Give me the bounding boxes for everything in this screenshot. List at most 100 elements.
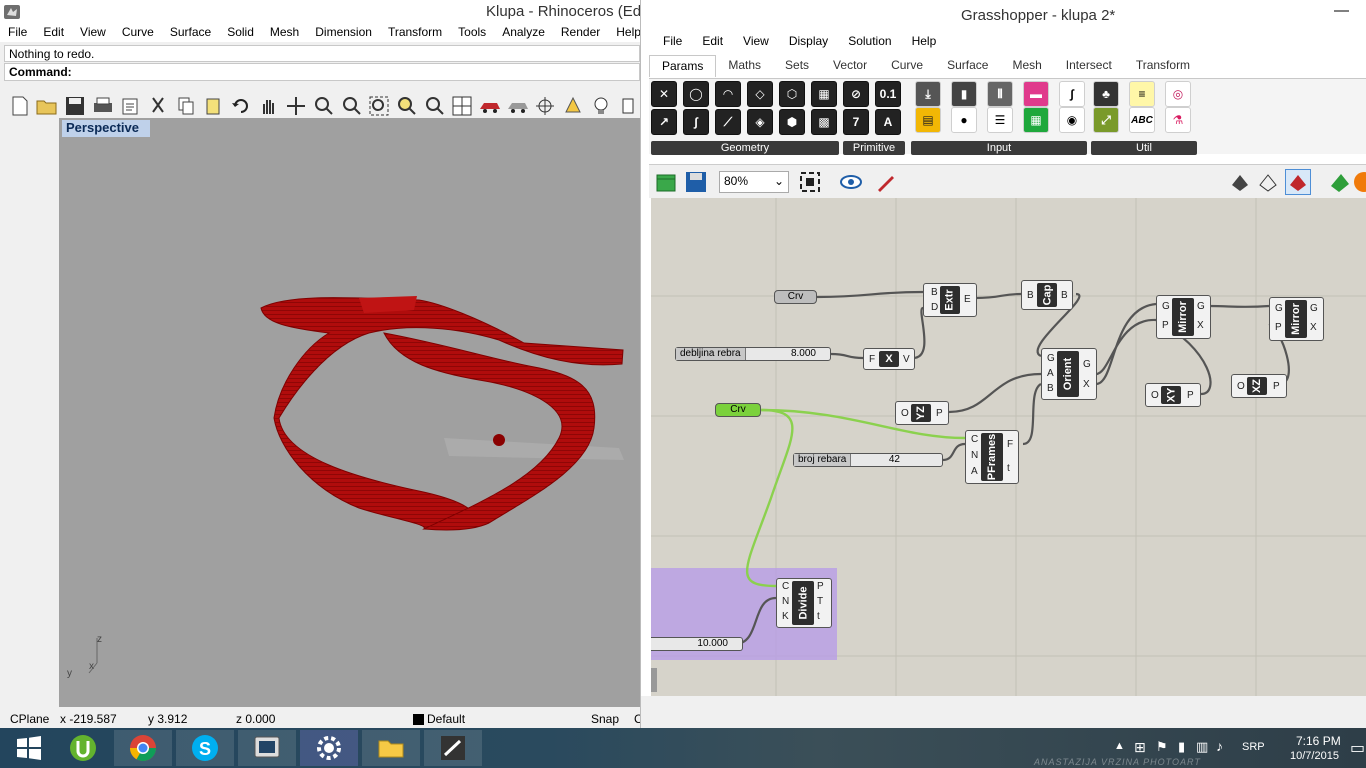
line-param-icon[interactable]: ⟋ (715, 109, 741, 135)
rhino-menu-tools[interactable]: Tools (450, 24, 494, 42)
pframes-output-f[interactable]: F (1007, 439, 1013, 450)
cap-input-b[interactable]: B (1027, 290, 1034, 301)
panel-note-icon[interactable]: ≡ (1129, 81, 1155, 107)
open-folder-icon[interactable] (36, 94, 60, 118)
cap-output-b[interactable]: B (1061, 290, 1068, 301)
field-param-icon[interactable]: ▩ (811, 109, 837, 135)
save-icon[interactable] (63, 94, 87, 118)
mirror1-input-p[interactable]: P (1162, 320, 1169, 331)
battery-icon[interactable]: ▮ (1178, 739, 1185, 755)
geometry-group-label[interactable]: Geometry (651, 141, 839, 155)
zoom-select[interactable]: 80% ⌄ (719, 171, 789, 193)
gh-menu-solution[interactable]: Solution (848, 34, 911, 52)
show-hidden-icons-icon[interactable]: ▲ (1114, 740, 1125, 752)
zoom-extents-icon[interactable] (799, 171, 821, 193)
mirror1-output-x[interactable]: X (1197, 320, 1204, 331)
zoom-window-icon[interactable] (340, 94, 364, 118)
curve-param-icon[interactable]: ∫ (683, 109, 709, 135)
pframes-input-c[interactable]: C (971, 434, 978, 445)
surface-param-icon[interactable]: ⬢ (779, 109, 805, 135)
xz-plane-component[interactable]: O XZ P (1231, 374, 1287, 398)
divide-output-t-params[interactable]: t (817, 611, 820, 622)
color-swatch-icon[interactable]: ▬ (1023, 81, 1049, 107)
curve-param-2[interactable]: Crv (715, 403, 761, 417)
data-dam-icon[interactable]: ♣ (1093, 81, 1119, 107)
gh-menu-display[interactable]: Display (789, 34, 848, 52)
preview-shaded-icon[interactable] (1229, 171, 1251, 193)
tab-vector[interactable]: Vector (821, 55, 879, 77)
zoom-icon[interactable] (312, 94, 336, 118)
value-list-icon[interactable]: ☰ (987, 107, 1013, 133)
rhino-menu-analyze[interactable]: Analyze (494, 24, 553, 42)
yz-output-p[interactable]: P (936, 408, 943, 419)
gh-menu-file[interactable]: File (663, 34, 702, 52)
param-viewer-icon[interactable]: ⤢ (1093, 107, 1119, 133)
divide-curve-component[interactable]: C N K Divide P T t (776, 578, 832, 628)
rhino-menu-surface[interactable]: Surface (162, 24, 219, 42)
flask-icon[interactable]: ⚗ (1165, 107, 1191, 133)
rhino-menu-render[interactable]: Render (553, 24, 608, 42)
xz-output-p[interactable]: P (1273, 381, 1280, 392)
unit-x-component[interactable]: F X V (863, 348, 915, 370)
orient-input-g[interactable]: G (1047, 353, 1055, 364)
mirror2-input-p[interactable]: P (1275, 322, 1282, 333)
tab-transform[interactable]: Transform (1124, 55, 1202, 77)
button-icon[interactable]: ● (951, 107, 977, 133)
status-snap[interactable]: Snap (591, 712, 619, 726)
windows-flag-icon[interactable]: ⊞ (1134, 739, 1146, 756)
rhino-menu-view[interactable]: View (72, 24, 114, 42)
render-car-icon[interactable] (478, 94, 502, 118)
gradient-icon[interactable]: ▤ (915, 107, 941, 133)
skype-task[interactable]: S (176, 730, 234, 766)
rotate-view-icon[interactable] (285, 94, 309, 118)
open-file-icon[interactable] (655, 171, 677, 193)
divide-input-c[interactable]: C (782, 581, 789, 592)
divide-output-p[interactable]: P (817, 581, 824, 592)
orient-output-g[interactable]: G (1083, 359, 1091, 370)
integer-param-icon[interactable]: 7 (843, 109, 869, 135)
language-indicator[interactable]: SRP (1242, 741, 1265, 753)
divide-input-n[interactable]: N (782, 596, 789, 607)
rhino-menu-edit[interactable]: Edit (35, 24, 72, 42)
util-group-label[interactable]: Util (1091, 141, 1197, 155)
unit-x-input-f[interactable]: F (869, 354, 875, 365)
minimize-button[interactable]: — (1334, 2, 1349, 19)
properties-icon[interactable] (119, 94, 143, 118)
clock-date[interactable]: 10/7/2015 (1290, 750, 1339, 762)
point-param-icon[interactable]: ◈ (747, 109, 773, 135)
curve-param-1[interactable]: Crv (774, 290, 817, 304)
extrude-output-e[interactable]: E (964, 294, 971, 305)
settings-task[interactable] (300, 730, 358, 766)
perp-frames-component[interactable]: C N A PFrames F t (965, 430, 1019, 484)
zoom-all-icon[interactable] (423, 94, 447, 118)
slider-broj-rebara[interactable]: broj rebara 42 (793, 453, 943, 467)
copy-icon[interactable] (174, 94, 198, 118)
tab-mesh[interactable]: Mesh (1000, 55, 1053, 77)
import-icon[interactable]: ⤓ (915, 81, 941, 107)
notifications-icon[interactable]: ▭ (1350, 738, 1365, 758)
orient-input-b[interactable]: B (1047, 383, 1054, 394)
unit-x-output-v[interactable]: V (903, 354, 910, 365)
rhino-menu-mesh[interactable]: Mesh (262, 24, 307, 42)
gumball-icon[interactable] (561, 94, 585, 118)
box-param-icon[interactable]: ◇ (747, 81, 773, 107)
solver-icon[interactable] (1353, 171, 1366, 193)
yz-plane-component[interactable]: O YZ P (895, 401, 949, 425)
input-group-label[interactable]: Input (911, 141, 1087, 155)
cut-icon[interactable] (146, 94, 170, 118)
perspective-viewport[interactable]: Perspective z y x (59, 118, 640, 707)
pframes-input-n[interactable]: N (971, 450, 978, 461)
extrude-input-d[interactable]: D (931, 302, 938, 313)
panel-viewer-icon[interactable]: ◉ (1059, 107, 1085, 133)
chrome-task[interactable] (114, 730, 172, 766)
vector-param-icon[interactable]: ↗ (651, 109, 677, 135)
mirror2-input-g[interactable]: G (1275, 303, 1283, 314)
mirror-component-2[interactable]: G P Mirror G X (1269, 297, 1324, 341)
cluster-icon[interactable]: ◎ (1165, 81, 1191, 107)
render-preview-icon[interactable] (506, 94, 530, 118)
file-explorer-task[interactable] (362, 730, 420, 766)
image-sampler-icon[interactable]: ▦ (1023, 107, 1049, 133)
mesh-param-icon[interactable]: ▦ (811, 81, 837, 107)
new-file-icon[interactable] (8, 94, 32, 118)
tab-maths[interactable]: Maths (716, 55, 773, 77)
